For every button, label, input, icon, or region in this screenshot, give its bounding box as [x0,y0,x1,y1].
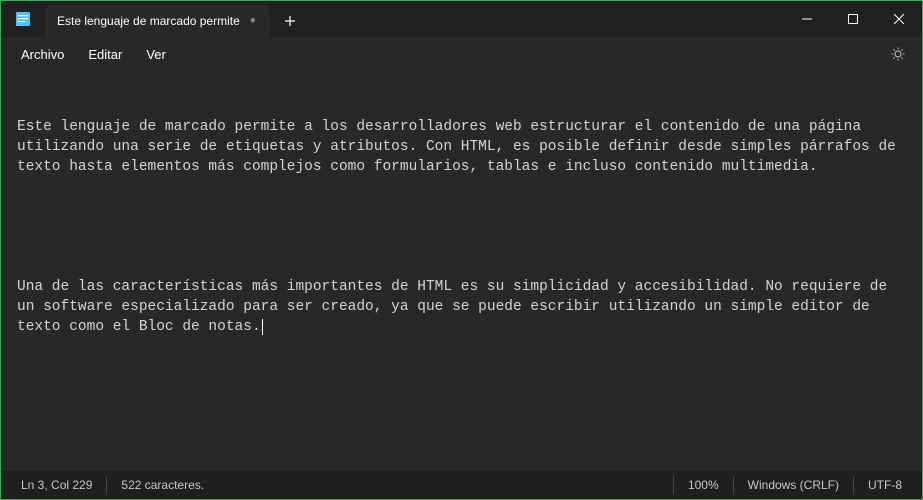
editor-paragraph-2: Una de las características más important… [17,279,896,335]
zoom-level[interactable]: 100% [673,476,733,494]
tab-title: Este lenguaje de marcado permite [57,14,240,28]
minimize-icon [802,14,812,24]
menu-file[interactable]: Archivo [9,43,76,66]
line-ending[interactable]: Windows (CRLF) [733,476,853,494]
app-icon [1,1,45,37]
titlebar-drag-area[interactable] [310,1,784,37]
status-bar: Ln 3, Col 229 522 caracteres. 100% Windo… [1,471,922,499]
text-cursor [262,319,263,335]
maximize-icon [848,14,858,24]
menu-view[interactable]: Ver [134,43,178,66]
menu-edit[interactable]: Editar [76,43,134,66]
minimize-button[interactable] [784,1,830,37]
title-bar: Este lenguaje de marcado permite ● [1,1,922,37]
new-tab-button[interactable] [270,5,310,37]
editor-paragraph-1: Este lenguaje de marcado permite a los d… [17,119,905,175]
unsaved-indicator-icon: ● [250,17,258,25]
close-icon [894,14,904,24]
text-editor[interactable]: Este lenguaje de marcado permite a los d… [1,71,922,471]
maximize-button[interactable] [830,1,876,37]
gear-icon [890,46,906,62]
document-tab[interactable]: Este lenguaje de marcado permite ● [45,5,270,37]
settings-button[interactable] [882,38,914,70]
menu-bar: Archivo Editar Ver [1,37,922,71]
notepad-icon [14,10,32,28]
close-button[interactable] [876,1,922,37]
window-controls [784,1,922,37]
encoding[interactable]: UTF-8 [853,476,916,494]
plus-icon [284,15,296,27]
cursor-position[interactable]: Ln 3, Col 229 [7,476,106,494]
character-count: 522 caracteres. [106,476,218,494]
